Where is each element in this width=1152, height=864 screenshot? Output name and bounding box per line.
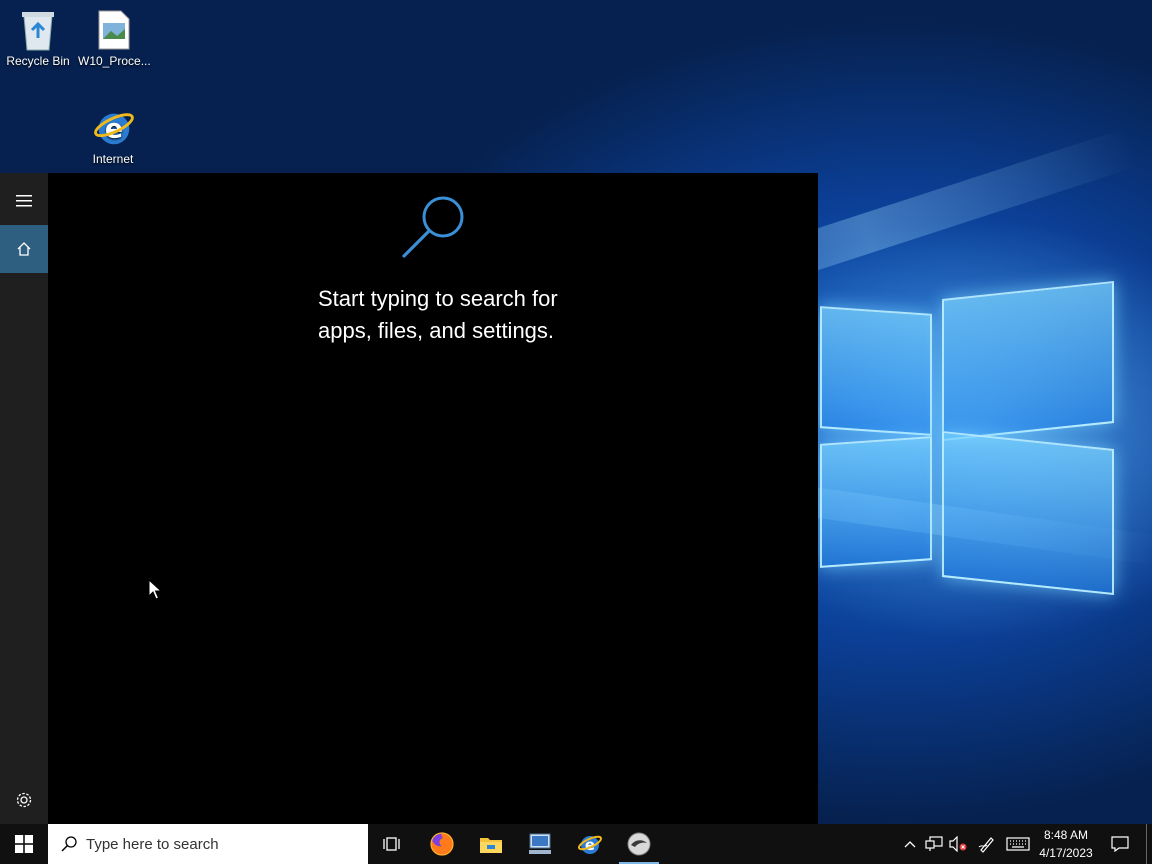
desktop-icon-label: W10_Proce... (78, 54, 151, 68)
desktop-icon-label: Internet (92, 152, 134, 166)
speaker-muted-icon (949, 836, 967, 852)
home-button[interactable] (0, 225, 48, 273)
start-button[interactable] (0, 824, 48, 864)
folder-icon (480, 838, 502, 853)
taskbar-app-firefox[interactable] (418, 824, 466, 864)
desktop-icon-image-file[interactable]: W10_Proce... (78, 8, 151, 68)
network-computer-icon (529, 833, 551, 854)
gear-icon (16, 792, 32, 808)
home-icon (17, 242, 31, 256)
notification-icon (1111, 836, 1129, 852)
start-rail (0, 173, 48, 824)
search-magnifier-icon (402, 196, 464, 258)
keyboard-icon (1006, 837, 1030, 851)
hamburger-menu-button[interactable] (0, 177, 48, 225)
desktop-icon-internet[interactable]: e Internet (77, 106, 149, 166)
clock-date: 4/17/2023 (1039, 846, 1093, 860)
pen-tray-button[interactable] (975, 824, 999, 864)
taskbar: e 8:48 AM 4/17/2023 (0, 824, 1152, 864)
show-hidden-icons-button[interactable] (898, 824, 922, 864)
windows-logo-icon (15, 835, 33, 853)
taskbar-app-file-explorer[interactable] (467, 824, 515, 864)
chevron-up-icon (904, 841, 916, 848)
hamburger-menu-icon (16, 195, 32, 207)
network-icon (925, 836, 943, 851)
search-input[interactable] (84, 834, 338, 854)
firefox-icon (430, 832, 454, 856)
network-tray-button[interactable] (922, 824, 946, 864)
taskbar-search-box[interactable] (48, 824, 368, 864)
internet-explorer-icon: e (577, 835, 603, 854)
task-view-icon (383, 837, 400, 851)
app-orb-icon (627, 832, 651, 856)
recycle-bin-icon (16, 8, 60, 52)
start-search-panel: Start typing to search for apps, files, … (0, 173, 818, 824)
mouse-cursor-icon (148, 579, 162, 600)
taskbar-clock[interactable]: 8:48 AM 4/17/2023 (1036, 826, 1096, 862)
taskbar-app-network-computer[interactable] (516, 824, 564, 864)
action-center-button[interactable] (1106, 824, 1134, 864)
taskbar-app-internet-explorer[interactable]: e (566, 824, 614, 864)
clock-time: 8:48 AM (1043, 828, 1089, 842)
image-file-icon (92, 8, 136, 52)
pen-icon (978, 837, 994, 853)
task-view-button[interactable] (368, 824, 416, 864)
search-icon (61, 836, 77, 852)
volume-tray-button[interactable] (946, 824, 970, 864)
desktop-icon-recycle-bin[interactable]: Recycle Bin (2, 8, 74, 68)
taskbar-app-active[interactable] (615, 824, 663, 864)
internet-explorer-icon: e (91, 106, 135, 150)
desktop-icon-label: Recycle Bin (6, 54, 70, 68)
settings-button[interactable] (0, 776, 48, 824)
touch-keyboard-button[interactable] (1004, 824, 1032, 864)
show-desktop-button[interactable] (1146, 824, 1147, 864)
search-hint-text: Start typing to search for apps, files, … (318, 286, 558, 343)
